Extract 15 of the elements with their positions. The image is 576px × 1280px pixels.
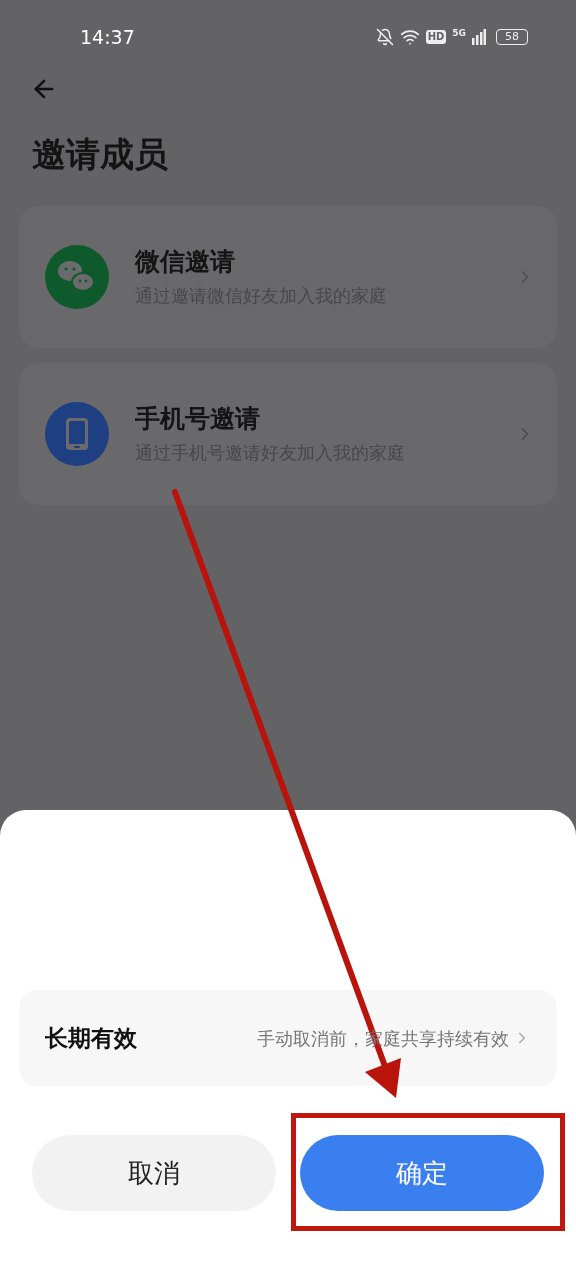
cancel-button[interactable]: 取消	[32, 1135, 276, 1211]
page-title: 邀请成员	[32, 136, 169, 172]
wifi-icon	[399, 27, 420, 47]
confirm-button[interactable]: 确定	[300, 1135, 544, 1211]
validity-label: 长期有效	[45, 1023, 137, 1053]
hd-badge: HD	[425, 30, 447, 44]
phone-icon	[45, 402, 109, 466]
signal-icon	[472, 29, 486, 45]
network-label: 5G	[452, 29, 466, 38]
option-title: 手机号邀请	[135, 404, 261, 434]
battery-indicator: 58	[496, 29, 528, 45]
status-time: 14:37	[80, 24, 135, 50]
option-title: 微信邀请	[135, 247, 236, 277]
bell-off-icon	[375, 28, 394, 46]
chat-bubbles-icon	[45, 245, 109, 309]
